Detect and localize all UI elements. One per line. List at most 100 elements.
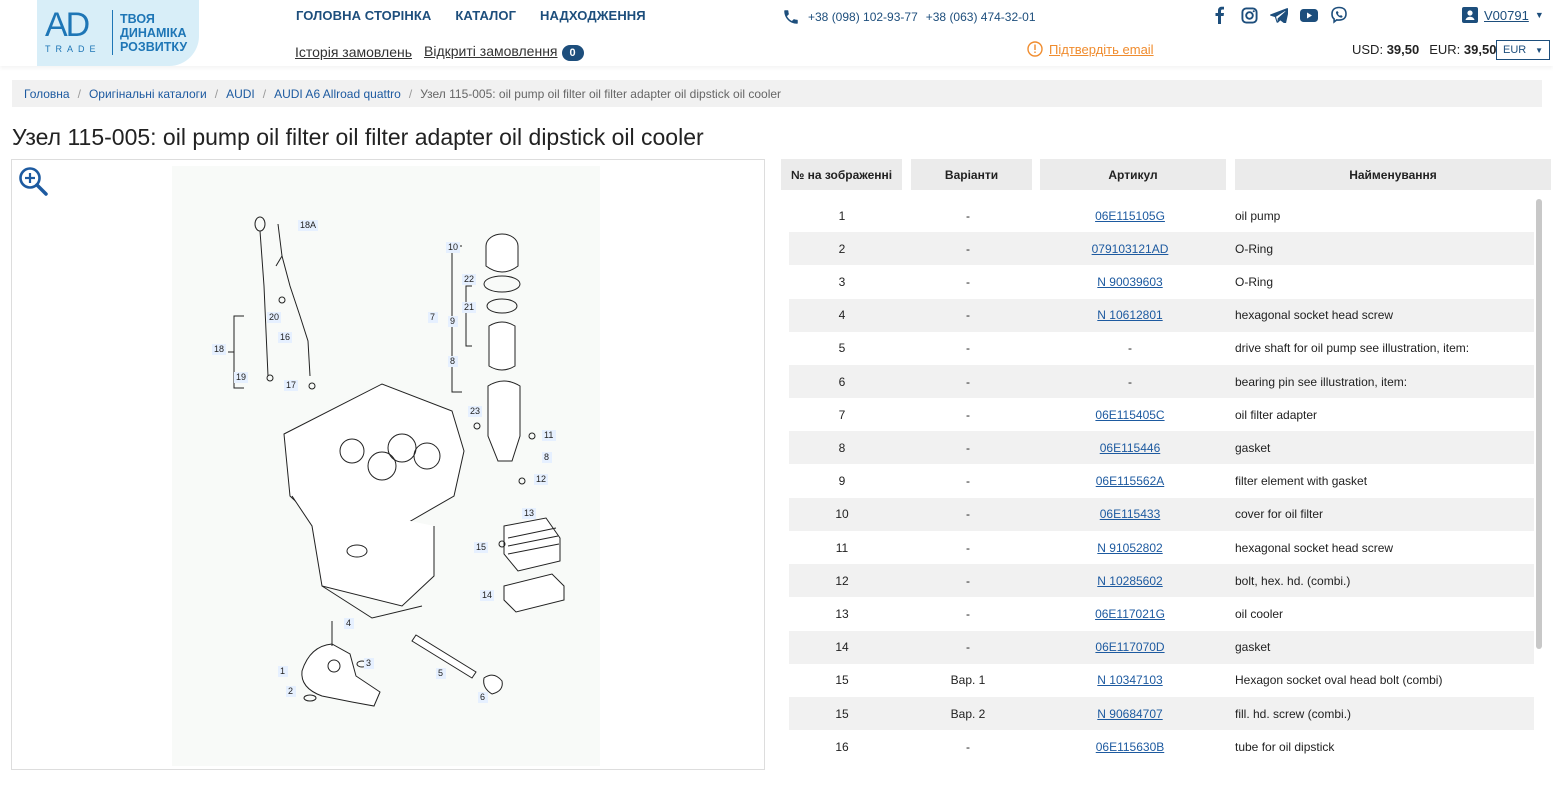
article-link[interactable]: 079103121AD <box>1092 242 1169 256</box>
logo-tagline-line: ТВОЯ <box>120 12 155 26</box>
zoom-in-icon[interactable] <box>17 165 49 197</box>
table-row[interactable]: 11 - N 91052802 hexagonal socket head screw <box>789 531 1534 564</box>
parts-diagram[interactable]: 18A 10 22 21 7 9 8 20 16 18 19 17 23 11 … <box>172 166 600 766</box>
table-row[interactable]: 6 - - bearing pin see illustration, item: <box>789 365 1534 398</box>
nav-arrivals[interactable]: НАДХОДЖЕННЯ <box>540 8 646 23</box>
article-link[interactable]: N 91052802 <box>1097 541 1162 555</box>
cell-variant: - <box>966 440 970 455</box>
cell-number: 6 <box>838 374 846 389</box>
cell-article: 06E115405C <box>1041 398 1219 431</box>
cell-name: gasket <box>1235 640 1271 655</box>
cell-name: Hexagon socket oval head bolt (combi) <box>1235 673 1443 688</box>
column-header-article[interactable]: Артикул <box>1040 159 1226 190</box>
article-link[interactable]: 06E115562A <box>1096 474 1165 488</box>
open-orders-link[interactable]: Відкриті замовлення 0 <box>424 43 584 61</box>
viber-icon[interactable] <box>1330 6 1348 24</box>
article-link[interactable]: 06E115446 <box>1100 441 1161 455</box>
cooler-gasket <box>503 573 565 613</box>
cell-article: N 10347103 <box>1041 664 1219 697</box>
table-scrollbar[interactable] <box>1536 199 1542 649</box>
table-row[interactable]: 3 - N 90039603 O-Ring <box>789 265 1534 299</box>
confirm-email: Підтвердіть email <box>1027 41 1154 57</box>
logo[interactable]: AD TRADE ТВОЯ ДИНАМІКА РОЗВИТКУ <box>37 0 199 66</box>
order-history-link[interactable]: Історія замовлень <box>295 44 412 60</box>
column-header-name[interactable]: Найменування <box>1235 159 1551 190</box>
article-link[interactable]: 06E115105G <box>1095 209 1165 223</box>
article-link[interactable]: 06E115433 <box>1100 507 1161 521</box>
cell-number: 14 <box>835 640 849 655</box>
article-link[interactable]: 06E115405C <box>1095 408 1164 422</box>
breadcrumb: Головна / Оригінальні каталоги / AUDI / … <box>12 80 1542 107</box>
eur-value: 39,50 <box>1463 42 1497 57</box>
column-header-number[interactable]: № на зображенні <box>781 159 902 190</box>
cell-number: 7 <box>838 407 846 422</box>
table-row[interactable]: 2 - 079103121AD O-Ring <box>789 232 1534 266</box>
callout-label: 17 <box>286 380 296 390</box>
account-menu[interactable]: V00791 ▼ <box>1462 7 1544 23</box>
nav-catalog[interactable]: КАТАЛОГ <box>455 8 516 23</box>
nav-home[interactable]: ГОЛОВНА СТОРІНКА <box>296 8 431 23</box>
cell-number: 4 <box>838 308 846 323</box>
table-row[interactable]: 13 - 06E117021G oil cooler <box>789 597 1534 631</box>
cell-number: 16 <box>835 739 849 754</box>
article-link[interactable]: 06E115630B <box>1096 740 1165 754</box>
cell-article: 06E115630B <box>1041 730 1219 763</box>
article-link[interactable]: N 90039603 <box>1097 275 1162 289</box>
currency-select[interactable]: EUR ▼ <box>1496 40 1550 60</box>
breadcrumb-catalogs[interactable]: Оригінальні каталоги <box>89 87 207 101</box>
cell-name: drive shaft for oil pump see illustratio… <box>1235 341 1470 356</box>
table-row[interactable]: 15 Вар. 2 N 90684707 fill. hd. screw (combi… <box>789 697 1534 730</box>
breadcrumb-home[interactable]: Головна <box>24 87 70 101</box>
callout-label: 8 <box>544 452 549 462</box>
cell-name: O-Ring <box>1235 241 1274 256</box>
column-header-variants[interactable]: Варіанти <box>911 159 1032 190</box>
table-row[interactable]: 10 - 06E115433 cover for oil filter <box>789 497 1534 531</box>
cell-variant: - <box>966 540 970 555</box>
table-row[interactable]: 1 - 06E115105G oil pump <box>789 199 1534 232</box>
phone-number[interactable]: +38 (098) 102-93-77 <box>808 10 918 24</box>
callout-label: 3 <box>366 658 371 668</box>
logo-mark: AD <box>45 6 90 44</box>
table-row[interactable]: 15 Вар. 1 N 10347103 Hexagon socket oval he… <box>789 663 1534 697</box>
phone-number[interactable]: +38 (063) 474-32-01 <box>926 10 1036 24</box>
open-orders-count-badge: 0 <box>561 45 584 61</box>
table-row[interactable]: 5 - - drive shaft for oil pump see illustra… <box>789 331 1534 365</box>
account-icon <box>1462 7 1478 23</box>
article-link[interactable]: N 10285602 <box>1097 574 1162 588</box>
article-link[interactable]: N 90684707 <box>1097 707 1162 721</box>
cell-variant: - <box>966 374 970 389</box>
table-row[interactable]: 9 - 06E115562A filter element with gasket <box>789 464 1534 498</box>
table-row[interactable]: 4 - N 10612801 hexagonal socket head screw <box>789 298 1534 332</box>
article-link[interactable]: 06E117021G <box>1095 607 1165 621</box>
article-link[interactable]: N 10347103 <box>1097 673 1162 687</box>
article-link[interactable]: 06E117070D <box>1095 640 1164 654</box>
table-row[interactable]: 16 - 06E115630B tube for oil dipstick <box>789 730 1534 764</box>
oil-cooler <box>503 517 561 572</box>
breadcrumb-brand[interactable]: AUDI <box>226 87 255 101</box>
confirm-email-link[interactable]: Підтвердіть email <box>1049 42 1154 57</box>
cell-variant: - <box>966 739 970 754</box>
cell-number: 1 <box>838 208 846 223</box>
table-row[interactable]: 8 - 06E115446 gasket <box>789 431 1534 465</box>
instagram-icon[interactable] <box>1240 6 1258 24</box>
callout-label: 8 <box>450 356 455 366</box>
cell-variant: Вар. 1 <box>950 673 986 688</box>
table-row[interactable]: 14 - 06E117070D gasket <box>789 630 1534 664</box>
cell-article: N 10612801 <box>1041 299 1219 332</box>
breadcrumb-separator: / <box>214 86 219 101</box>
callout-label: 20 <box>269 312 279 322</box>
account-id[interactable]: V00791 <box>1484 8 1529 23</box>
youtube-icon[interactable] <box>1300 6 1318 24</box>
breadcrumb-model[interactable]: AUDI A6 Allroad quattro <box>274 87 401 101</box>
article-link[interactable]: N 10612801 <box>1097 308 1162 322</box>
facebook-icon[interactable] <box>1210 6 1228 24</box>
table-row[interactable]: 12 - N 10285602 bolt, hex. hd. (combi.) <box>789 564 1534 598</box>
telegram-icon[interactable] <box>1270 6 1288 24</box>
table-row[interactable]: 7 - 06E115405C oil filter adapter <box>789 398 1534 432</box>
callout-label: 13 <box>524 508 534 518</box>
cell-variant: - <box>966 474 970 489</box>
callout-label: 1 <box>280 666 285 676</box>
eur-rate: EUR: 39,50 <box>1429 42 1496 57</box>
callout-label: 9 <box>450 316 455 326</box>
main-nav: ГОЛОВНА СТОРІНКА КАТАЛОГ НАДХОДЖЕННЯ <box>296 8 646 23</box>
